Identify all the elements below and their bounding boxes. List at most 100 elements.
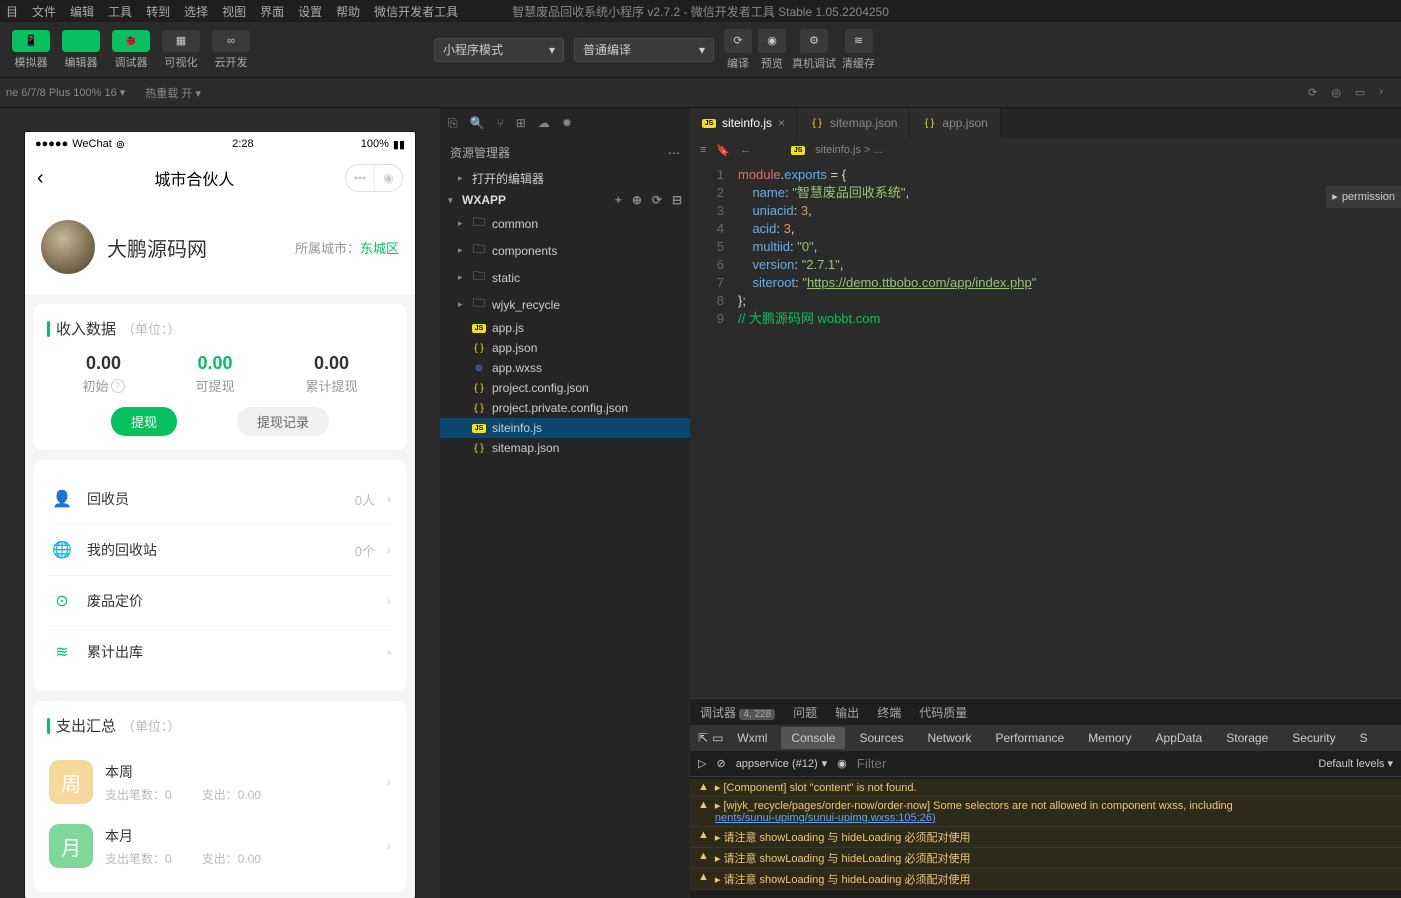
subbar-icon[interactable]: ⟳ [1308, 86, 1317, 99]
toolbar-button-模拟器[interactable]: 📱模拟器 [8, 28, 54, 72]
code-editor[interactable]: ▸ permission 1module.exports = { 2 name:… [690, 162, 1401, 698]
menu-item[interactable]: 微信开发者工具 [374, 3, 458, 20]
search-icon[interactable]: 🔍 [470, 116, 485, 130]
debugger-top-tab[interactable]: 终端 [877, 704, 901, 721]
subbar-icon[interactable]: ▭ [1355, 86, 1365, 99]
file-row[interactable]: { }app.json [440, 338, 690, 358]
capsule-menu-button[interactable]: ••• [346, 165, 374, 191]
more-icon[interactable]: ⋯ [668, 146, 680, 160]
menu-item[interactable]: 文件 [32, 3, 56, 20]
bc-arrow-icon[interactable]: ← [740, 144, 751, 156]
debugger-tab[interactable]: Sources [849, 727, 913, 749]
levels-select[interactable]: Default levels ▾ [1318, 757, 1393, 770]
menu-item[interactable]: 界面 [260, 3, 284, 20]
file-row[interactable]: ⊚app.wxss [440, 358, 690, 378]
bc-bookmark-icon[interactable]: 🔖 [716, 144, 730, 157]
withdraw-button[interactable]: 提现 [111, 407, 177, 436]
back-button[interactable]: ‹ [37, 167, 44, 190]
debugger-panel: 调试器 4, 228 问题 输出 终端 代码质量 ⇱ ▭ WxmlConsoleSour… [690, 698, 1401, 898]
debugger-top-tab[interactable]: 调试器 4, 228 [700, 704, 775, 721]
folder-row[interactable]: ▸🗀components [440, 237, 690, 264]
context-select[interactable]: appservice (#12) ▾ [736, 757, 827, 770]
hotreload-toggle[interactable]: 热重载 开 ▾ [145, 85, 201, 101]
menu-item[interactable]: 设置 [298, 3, 322, 20]
device-select[interactable]: ne 6/7/8 Plus 100% 16 ▾ [6, 86, 125, 99]
file-row[interactable]: JSsiteinfo.js [440, 418, 690, 438]
branch-icon[interactable]: ⑂ [497, 116, 504, 130]
debugger-tab[interactable]: Network [917, 727, 981, 749]
menu-item[interactable]: 视图 [222, 3, 246, 20]
menu-item[interactable]: 转到 [146, 3, 170, 20]
permission-tag[interactable]: ▸ permission [1326, 186, 1401, 208]
status-time: 2:28 [125, 138, 361, 150]
compile-dropdown[interactable]: 普通编译▾ [574, 38, 714, 62]
expense-item[interactable]: 月本月支出笔数：0支出：0.00› [47, 814, 393, 878]
new-file-icon[interactable]: + [615, 193, 622, 207]
folder-row[interactable]: ▸🗀common [440, 210, 690, 237]
bug-icon[interactable]: ✹ [562, 116, 572, 130]
menu-item[interactable]: 编辑 [70, 3, 94, 20]
explorer-title: 资源管理器 [450, 144, 510, 161]
editor-tab[interactable]: JSsiteinfo.js× [690, 108, 798, 138]
file-row[interactable]: { }sitemap.json [440, 438, 690, 458]
refresh-icon[interactable]: ⟳ [652, 193, 662, 207]
compile-button[interactable]: ⟳ [724, 29, 752, 53]
capsule-close-button[interactable]: ◉ [374, 165, 402, 191]
debugger-tab[interactable]: Performance [985, 727, 1074, 749]
record-button[interactable]: 提现记录 [237, 407, 329, 436]
clear-cache-button[interactable]: ≋ [845, 29, 873, 53]
simulator-panel: ●●●●● WeChat ⊚ 2:28 100% ▮▮ ‹ 城市合伙人 ••• … [0, 108, 440, 898]
menu-item[interactable]: 选择 [184, 3, 208, 20]
files-icon[interactable]: ⎘ [448, 116, 458, 131]
debugger-tab[interactable]: AppData [1146, 727, 1213, 749]
editor-tab[interactable]: { }sitemap.json [798, 108, 910, 138]
debugger-tab[interactable]: Security [1282, 727, 1345, 749]
list-item[interactable]: ⊙废品定价› [47, 576, 393, 627]
toolbar-button-调试器[interactable]: 🐞调试器 [108, 28, 154, 72]
filter-input[interactable] [857, 756, 1057, 771]
file-row[interactable]: { }project.private.config.json [440, 398, 690, 418]
toolbar-button-可视化[interactable]: ▦可视化 [158, 28, 204, 72]
cloud-icon[interactable]: ☁ [538, 116, 550, 130]
debugger-tab[interactable]: Storage [1216, 727, 1278, 749]
menu-item[interactable]: 工具 [108, 3, 132, 20]
toolbar-button-云开发[interactable]: ∞云开发 [208, 28, 254, 72]
expense-item[interactable]: 周本周支出笔数：0支出：0.00› [47, 750, 393, 814]
list-item[interactable]: 🌐我的回收站0个› [47, 525, 393, 576]
preview-button[interactable]: ◉ [758, 29, 786, 53]
menu-item[interactable]: 帮助 [336, 3, 360, 20]
toolbar-button-编辑器[interactable]: 编辑器 [58, 28, 104, 72]
play-icon[interactable]: ▷ [698, 757, 706, 770]
remote-debug-button[interactable]: ⚙ [800, 29, 828, 53]
subbar-icon[interactable]: › [1379, 86, 1383, 99]
open-editors-section[interactable]: ▸打开的编辑器 [440, 167, 690, 190]
bc-icon[interactable]: ≡ [700, 144, 706, 156]
new-folder-icon[interactable]: ⊕ [632, 193, 642, 207]
subbar-icon[interactable]: ◎ [1331, 86, 1341, 99]
debugger-tab[interactable]: S [1350, 727, 1378, 749]
folder-row[interactable]: ▸🗀wjyk_recycle [440, 291, 690, 318]
battery-icon: ▮▮ [393, 138, 405, 151]
folder-row[interactable]: ▸🗀static [440, 264, 690, 291]
collapse-icon[interactable]: ⊟ [672, 193, 682, 207]
file-row[interactable]: JSapp.js [440, 318, 690, 338]
debugger-tab[interactable]: Console [781, 727, 845, 749]
file-row[interactable]: { }project.config.json [440, 378, 690, 398]
device-icon[interactable]: ▭ [712, 731, 723, 745]
user-name: 大鹏源码网 [107, 233, 283, 262]
block-icon[interactable]: ⊘ [716, 757, 725, 770]
editor-tab[interactable]: { }app.json [910, 108, 1000, 138]
debugger-top-tab[interactable]: 代码质量 [919, 704, 967, 721]
debugger-top-tab[interactable]: 问题 [793, 704, 817, 721]
debugger-top-tab[interactable]: 输出 [835, 704, 859, 721]
mode-dropdown[interactable]: 小程序模式▾ [434, 38, 564, 62]
ext-icon[interactable]: ⊞ [516, 116, 526, 130]
menu-item[interactable]: 目 [6, 3, 18, 20]
debugger-tab[interactable]: Memory [1078, 727, 1141, 749]
inspect-icon[interactable]: ⇱ [698, 731, 708, 745]
eye-icon[interactable]: ◉ [837, 757, 847, 770]
list-item[interactable]: ≋累计出库› [47, 627, 393, 677]
debugger-tab[interactable]: Wxml [727, 727, 777, 749]
list-item[interactable]: 👤回收员0人› [47, 474, 393, 525]
root-folder[interactable]: ▾WXAPP + ⊕ ⟳ ⊟ [440, 190, 690, 210]
